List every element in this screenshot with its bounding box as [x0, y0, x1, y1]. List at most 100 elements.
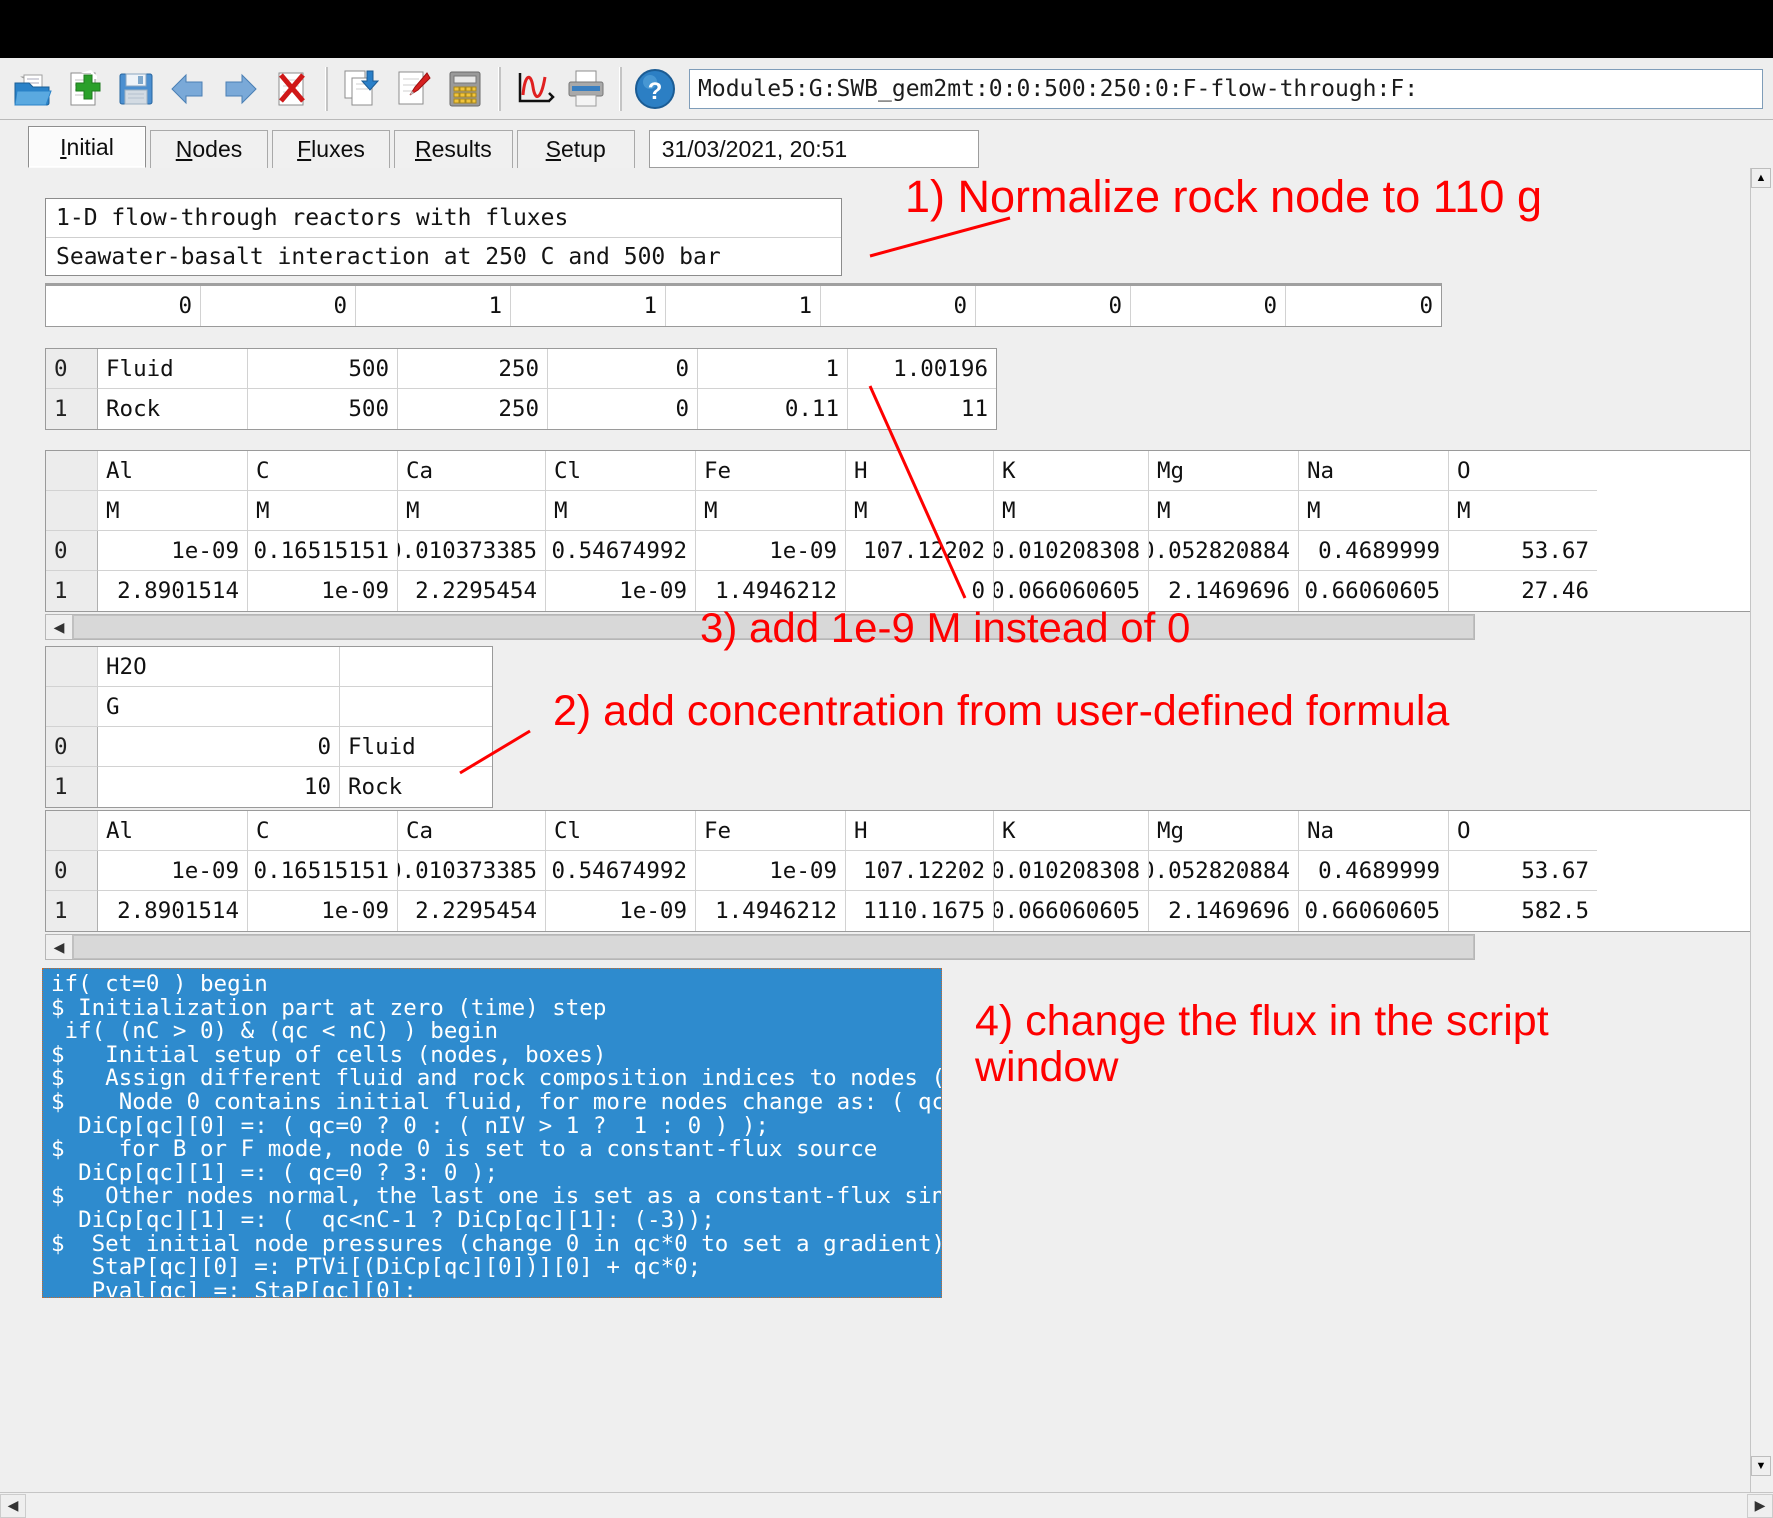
cell-c[interactable]: 0.16515151 [248, 851, 398, 891]
cell-ca[interactable]: 2.2295454 [398, 571, 546, 611]
scroll-down-icon[interactable]: ▼ [1751, 1456, 1771, 1476]
scroll-left-icon[interactable]: ◀ [0, 1493, 26, 1518]
scroll-up-icon[interactable]: ▲ [1751, 168, 1771, 188]
cell-pressure[interactable]: 500 [248, 389, 398, 429]
script-line[interactable]: $ Set initial node pressures (change 0 i… [51, 1232, 941, 1257]
cell-al[interactable]: 2.8901514 [98, 891, 248, 931]
tab-initial[interactable]: Initial [28, 126, 146, 168]
tab-results[interactable]: Results [394, 130, 513, 168]
param-cell-8[interactable]: 0 [1286, 286, 1441, 326]
h2o-grid[interactable]: H2O G 0 0 Fluid 1 10 Rock [45, 646, 493, 808]
cell-mg[interactable]: 0.052820884 [1149, 531, 1299, 571]
back-arrow-icon[interactable] [162, 63, 214, 115]
row-label[interactable]: Fluid [98, 349, 248, 389]
param-cell-4[interactable]: 1 [666, 286, 821, 326]
param-cell-7[interactable]: 0 [1131, 286, 1286, 326]
param-cell-1[interactable]: 0 [201, 286, 356, 326]
tab-setup[interactable]: Setup [516, 130, 635, 168]
cell-k[interactable]: 0.010208308 [994, 851, 1149, 891]
cell-pressure[interactable]: 500 [248, 349, 398, 389]
cell-c3[interactable]: 0 [548, 389, 698, 429]
script-line[interactable]: $ Initialization part at zero (time) ste… [51, 996, 939, 1021]
param-cell-2[interactable]: 1 [356, 286, 511, 326]
calculator-icon[interactable] [439, 63, 491, 115]
cell-al[interactable]: 2.8901514 [98, 571, 248, 611]
cell-fe[interactable]: 1e-09 [696, 531, 846, 571]
cell-mg[interactable]: 0.052820884 [1149, 851, 1299, 891]
cell-h[interactable]: 107.12202 [846, 531, 994, 571]
param-cell-3[interactable]: 1 [511, 286, 666, 326]
forward-arrow-icon[interactable] [214, 63, 266, 115]
description-line-2[interactable]: Seawater-basalt interaction at 250 C and… [46, 237, 841, 275]
save-icon[interactable] [110, 63, 162, 115]
cell-h[interactable]: 1110.1675 [846, 891, 994, 931]
cell-h[interactable]: 107.12202 [846, 851, 994, 891]
composition-grid-top[interactable]: Al C Ca Cl Fe H K Mg Na O MMMMMMMMMM 0 1e-09 0.1651… [45, 450, 1767, 612]
scroll-track[interactable] [26, 1493, 1747, 1518]
cell-ca[interactable]: 2.2295454 [398, 891, 546, 931]
script-line[interactable]: DiCp[qc][0] =: ( qc=0 ? 0 : ( nIV > 1 ? … [51, 1114, 939, 1139]
open-folder-icon[interactable] [6, 63, 58, 115]
cell-o[interactable]: 53.67 [1449, 851, 1597, 891]
h2o-label[interactable]: Rock [340, 767, 492, 807]
composition-grid-bottom[interactable]: Al C Ca Cl Fe H K Mg Na O 0 1e-09 0.16515151 0.01037… [45, 810, 1767, 932]
script-line[interactable]: $ for B or F mode, node 0 is set to a co… [51, 1138, 939, 1162]
cell-c4[interactable]: 1 [698, 349, 848, 389]
script-line[interactable]: Pval[qc] =: StaP[qc][0]; [51, 1279, 939, 1297]
cell-fe[interactable]: 1.4946212 [696, 891, 846, 931]
scroll-left-icon[interactable]: ◀ [46, 935, 73, 959]
cell-ca[interactable]: 0.010373385 [398, 851, 546, 891]
cell-na[interactable]: 0.66060605 [1299, 891, 1449, 931]
script-line[interactable]: $ Other nodes normal, the last one is se… [51, 1185, 941, 1209]
delete-icon[interactable] [266, 63, 318, 115]
composition-bottom-hscrollbar[interactable]: ◀ [45, 934, 1475, 960]
script-line[interactable]: DiCp[qc][1] =: ( qc<nC-1 ? DiCp[qc][1]: … [51, 1208, 939, 1233]
cell-na[interactable]: 0.4689999 [1299, 851, 1449, 891]
scroll-left-icon[interactable]: ◀ [46, 615, 73, 639]
description-line-1[interactable]: 1-D flow-through reactors with fluxes [46, 199, 841, 237]
cell-ca[interactable]: 0.010373385 [398, 531, 546, 571]
edit-wrench-icon[interactable] [387, 63, 439, 115]
date-field[interactable]: 31/03/2021, 20:51 [648, 130, 979, 168]
tab-nodes[interactable]: Nodes [150, 130, 268, 168]
cell-mg[interactable]: 2.1469696 [1149, 891, 1299, 931]
cell-na[interactable]: 0.4689999 [1299, 531, 1449, 571]
param-cell-6[interactable]: 0 [976, 286, 1131, 326]
address-field[interactable]: Module5:G:SWB_gem2mt:0:0:500:250:0:F-flo… [689, 68, 1763, 109]
cell-c3[interactable]: 0 [548, 349, 698, 389]
param-cell-5[interactable]: 0 [821, 286, 976, 326]
cell-o[interactable]: 53.67 [1449, 531, 1597, 571]
main-vertical-scrollbar[interactable]: ▲ ▼ [1750, 168, 1773, 1498]
copy-to-icon[interactable] [335, 63, 387, 115]
cell-o[interactable]: 582.5 [1449, 891, 1597, 931]
script-line[interactable]: if( (nC > 0) & (qc < nC) ) begin [51, 1020, 939, 1044]
param-cell-0[interactable]: 0 [46, 286, 201, 326]
parameters-grid[interactable]: 0 0 1 1 1 0 0 0 0 [45, 283, 1442, 327]
cell-cl[interactable]: 1e-09 [546, 571, 696, 611]
cell-c5[interactable]: 1.00196 [848, 349, 996, 389]
tab-fluxes[interactable]: Fluxes [272, 130, 390, 168]
cell-o[interactable]: 27.46 [1449, 571, 1597, 611]
cell-c5[interactable]: 11 [848, 389, 996, 429]
scroll-right-icon[interactable]: ▶ [1747, 1493, 1773, 1518]
script-line[interactable]: $ Node 0 contains initial fluid, for mor… [51, 1090, 941, 1115]
cell-temperature[interactable]: 250 [398, 389, 548, 429]
help-icon[interactable]: ? [629, 63, 681, 115]
script-line[interactable]: if( ct=0 ) begin [51, 972, 939, 997]
plot-icon[interactable] [508, 63, 560, 115]
cell-c4[interactable]: 0.11 [698, 389, 848, 429]
script-line[interactable]: $ Assign different fluid and rock compos… [51, 1067, 941, 1091]
main-horizontal-scrollbar[interactable]: ◀ ▶ [0, 1492, 1773, 1518]
script-line[interactable]: $ Initial setup of cells (nodes, boxes) [51, 1043, 939, 1068]
cell-c[interactable]: 0.16515151 [248, 531, 398, 571]
cell-temperature[interactable]: 250 [398, 349, 548, 389]
cell-na[interactable]: 0.66060605 [1299, 571, 1449, 611]
cell-cl[interactable]: 1e-09 [546, 891, 696, 931]
new-document-icon[interactable] [58, 63, 110, 115]
h2o-value[interactable]: 10 [98, 767, 340, 807]
cell-k[interactable]: 0.010208308 [994, 531, 1149, 571]
script-line[interactable]: DiCp[qc][1] =: ( qc=0 ? 3: 0 ); [51, 1161, 939, 1186]
h2o-value[interactable]: 0 [98, 727, 340, 767]
print-icon[interactable] [560, 63, 612, 115]
row-label[interactable]: Rock [98, 389, 248, 429]
